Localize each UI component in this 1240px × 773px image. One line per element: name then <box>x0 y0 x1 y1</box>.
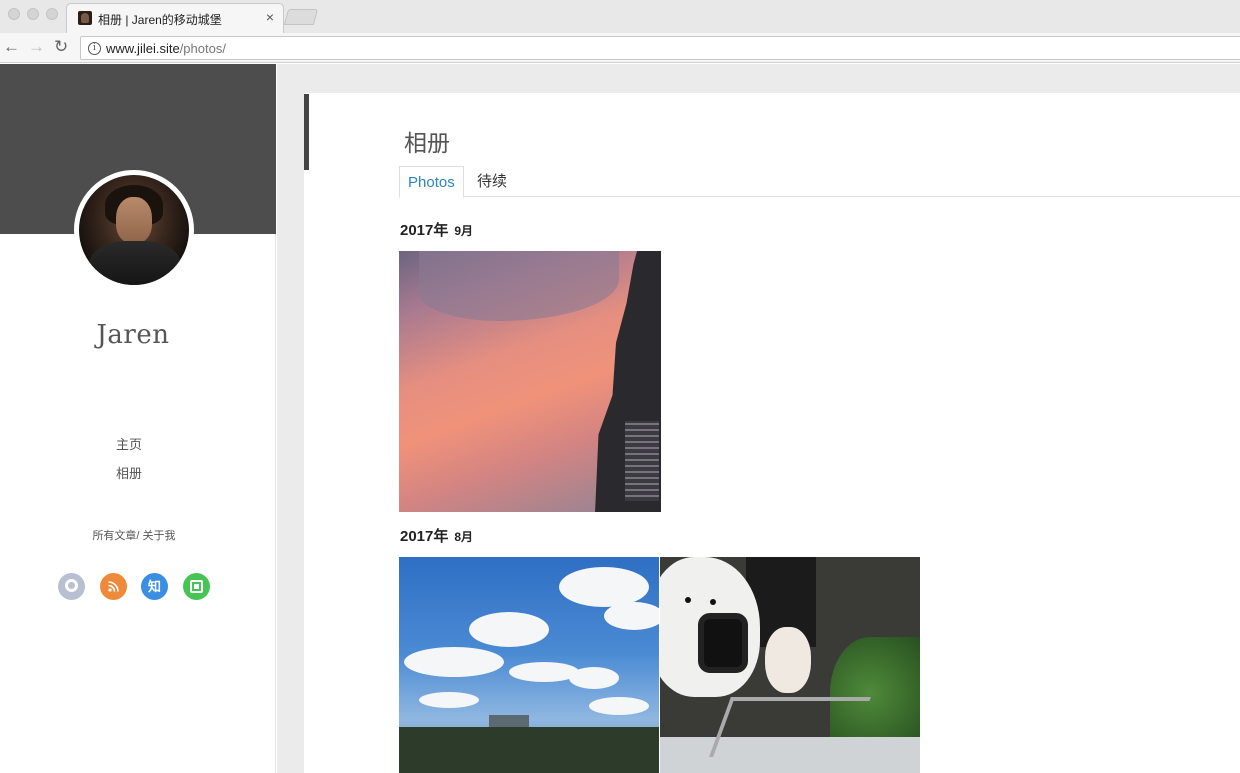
new-tab-button[interactable] <box>283 9 319 25</box>
cloud <box>404 647 504 677</box>
browser-tab-bar: 相册 | Jaren的移动城堡 × <box>0 0 1240 33</box>
browser-toolbar: ← → ↻ i www.jilei.site/photos/ <box>0 33 1240 63</box>
url-path: /photos/ <box>179 41 226 56</box>
sidebar-item-home[interactable]: 主页 <box>0 430 258 459</box>
cloud <box>559 567 649 607</box>
photo-ground <box>399 727 659 773</box>
avatar[interactable] <box>74 170 194 290</box>
cloud <box>604 602 659 630</box>
photo-tabs: Photos 待续 <box>399 166 1240 198</box>
sidebar: Jaren 主页 相册 所有文章/ 关于我 知 <box>0 64 276 773</box>
minimize-window-button[interactable] <box>27 8 39 20</box>
photo-cloud <box>419 251 619 321</box>
photo-dog-small <box>765 627 811 693</box>
avatar-body <box>89 241 181 285</box>
photo-scooter <box>698 613 748 673</box>
photo-white-dogs-scooter[interactable] <box>660 557 920 773</box>
cloud <box>569 667 619 689</box>
cloud <box>419 692 479 708</box>
card-accent-bar <box>304 94 309 170</box>
dog-eye <box>710 599 716 605</box>
cloud <box>589 697 649 715</box>
sidebar-links[interactable]: 所有文章/ 关于我 <box>0 527 268 543</box>
month-heading: 2017年 8月 <box>400 525 473 546</box>
url-text[interactable]: www.jilei.site/photos/ <box>106 41 226 56</box>
forward-arrow-icon[interactable]: → <box>28 37 45 57</box>
back-arrow-icon[interactable]: ← <box>3 37 20 57</box>
tab-close-icon[interactable]: × <box>266 9 274 25</box>
photo-rack <box>709 697 871 757</box>
close-window-button[interactable] <box>8 8 20 20</box>
page-title: 相册 <box>404 130 450 156</box>
tab-photos[interactable]: Photos <box>399 166 464 198</box>
photo-sunset-sky-building[interactable] <box>399 251 661 512</box>
photo-windows <box>625 421 659 501</box>
month-heading-month: 9月 <box>454 224 474 238</box>
avatar-face <box>116 197 152 243</box>
github-icon[interactable] <box>58 573 85 600</box>
reload-icon[interactable]: ↻ <box>54 37 68 57</box>
rss-icon[interactable] <box>100 573 127 600</box>
info-icon[interactable]: i <box>88 42 101 55</box>
sidebar-item-photos[interactable]: 相册 <box>0 459 258 488</box>
douban-icon[interactable] <box>183 573 210 600</box>
zhihu-icon[interactable]: 知 <box>141 573 168 600</box>
cloud <box>469 612 549 647</box>
url-host: www.jilei.site <box>106 41 180 56</box>
tab-title: 相册 | Jaren的移动城堡 <box>98 13 222 27</box>
dog-eye <box>685 597 691 603</box>
month-heading-year: 2017年 <box>400 222 449 239</box>
address-bar[interactable]: i www.jilei.site/photos/ <box>80 36 1240 60</box>
month-heading-year: 2017年 <box>400 528 449 545</box>
photo-blue-sky-clouds[interactable] <box>399 557 659 773</box>
month-heading: 2017年 9月 <box>400 219 473 240</box>
browser-tab-active[interactable]: 相册 | Jaren的移动城堡 × <box>66 3 284 33</box>
maximize-window-button[interactable] <box>46 8 58 20</box>
month-heading-month: 8月 <box>454 530 474 544</box>
favicon-icon <box>78 11 92 25</box>
author-name: Jaren <box>96 320 170 350</box>
tab-tbc[interactable]: 待续 <box>469 166 515 197</box>
sidebar-nav: 主页 相册 <box>0 430 258 488</box>
